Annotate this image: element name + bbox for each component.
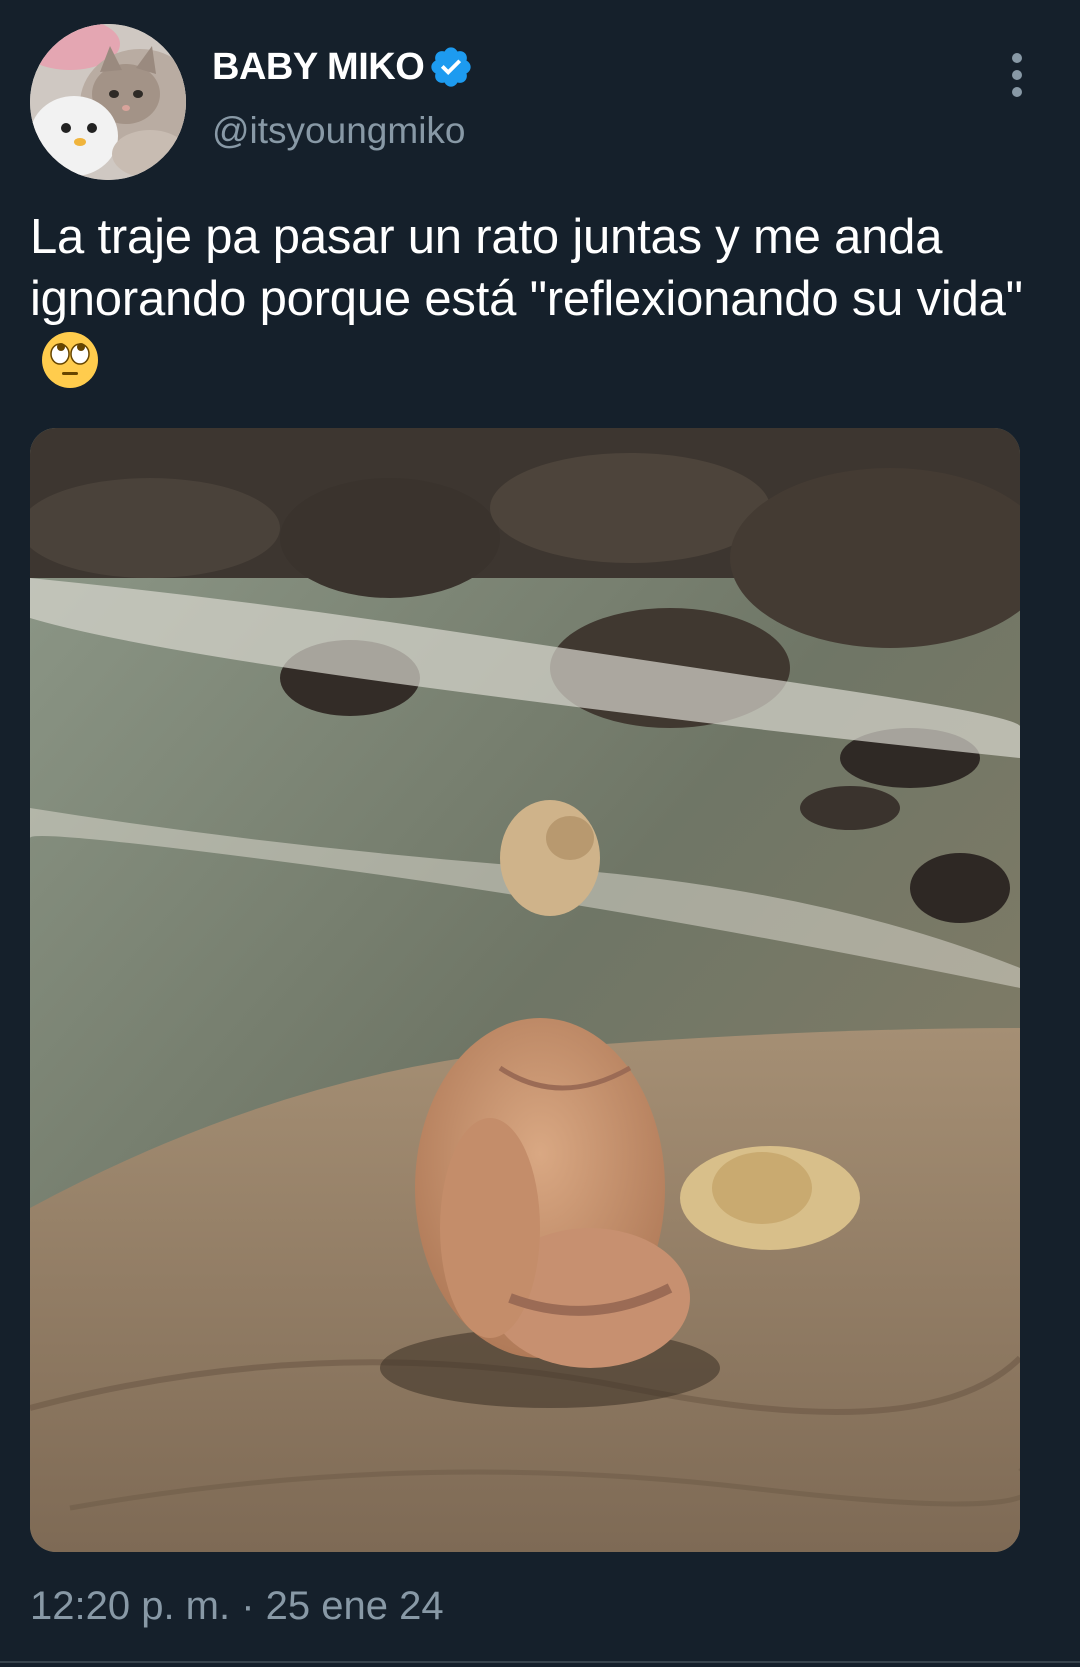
author-avatar[interactable] — [30, 24, 186, 180]
verified-badge-icon — [428, 44, 474, 90]
author-display-name[interactable]: BABY MIKO — [212, 44, 474, 90]
photo-beach-rocks-icon — [30, 428, 1020, 1552]
display-name-text: BABY MIKO — [212, 45, 425, 88]
tweet-body: La traje pa pasar un rato juntas y me an… — [30, 210, 1023, 326]
more-options-icon[interactable] — [1006, 52, 1028, 98]
tweet-timestamp[interactable]: 12:20 p. m. · 25 ene 24 — [30, 1584, 444, 1629]
divider — [0, 1661, 1080, 1663]
tweet-photo[interactable] — [30, 428, 1020, 1552]
author-handle[interactable]: @itsyoungmiko — [212, 110, 466, 152]
face-with-rolling-eyes-emoji-icon — [40, 330, 100, 390]
tweet-text: La traje pa pasar un rato juntas y me an… — [30, 206, 1050, 393]
cat-avatar-icon — [30, 24, 186, 180]
